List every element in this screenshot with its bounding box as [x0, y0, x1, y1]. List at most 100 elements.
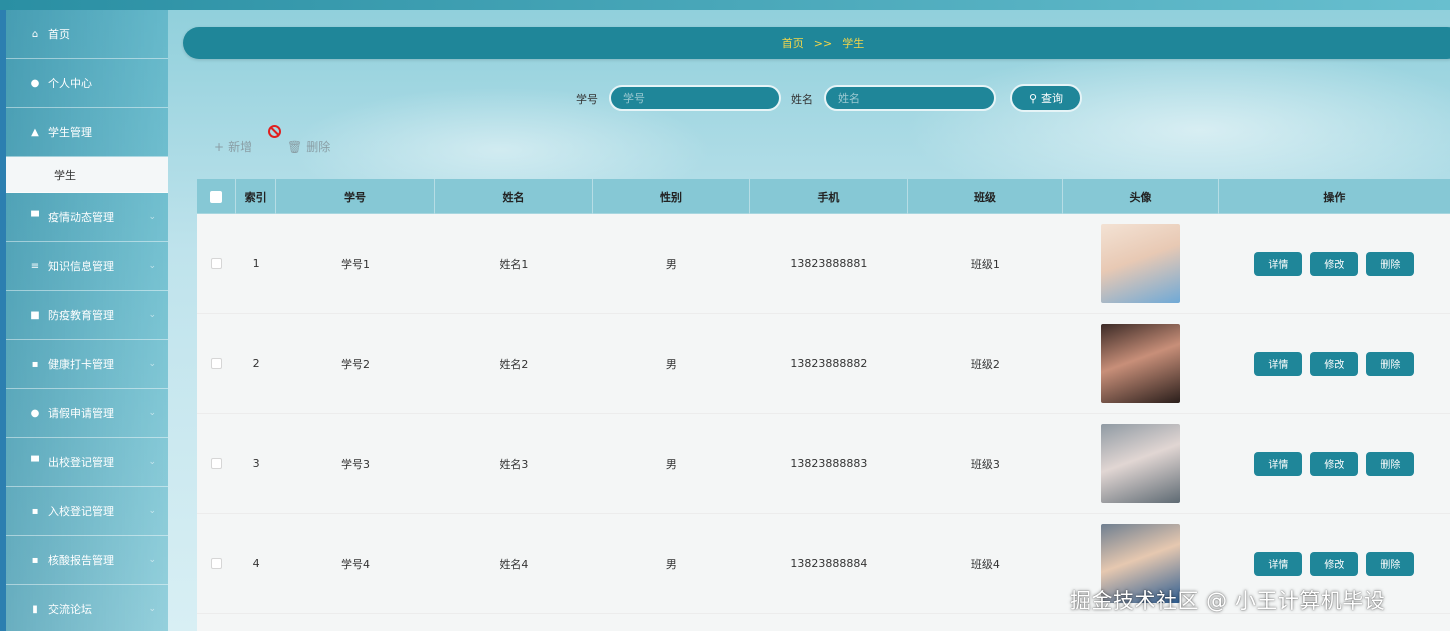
detail-button[interactable]: 详情 — [1254, 251, 1303, 276]
table-header: 索引 学号 姓名 性别 手机 班级 头像 操作 — [197, 179, 1450, 214]
name-cell: 姓名4 — [499, 557, 529, 571]
select-cell — [197, 214, 236, 313]
sidebar-item-forum[interactable]: ▮ 交流论坛 ⌄ — [6, 585, 168, 631]
avatar-cell — [1063, 314, 1219, 413]
select-cell — [197, 314, 236, 413]
phone-cell: 13823888881 — [790, 257, 868, 270]
search-icon: ⚲ — [1028, 91, 1038, 105]
row-checkbox[interactable] — [211, 358, 223, 369]
sidebar-item-label: 学生管理 — [48, 126, 92, 139]
column-header: 操作 — [1323, 190, 1346, 204]
not-allowed-icon — [268, 125, 281, 138]
actions-cell: 详情 修改 删除 — [1219, 414, 1450, 513]
sidebar-item-prevention-education[interactable]: ■ 防疫教育管理 ⌄ — [6, 291, 168, 340]
gender-cell: 男 — [665, 557, 677, 571]
detail-button[interactable]: 详情 — [1254, 551, 1303, 576]
image-icon: ■ — [30, 309, 40, 321]
index-cell: 3 — [252, 457, 260, 470]
delete-button-label: 删除 — [306, 140, 331, 154]
student-id-cell: 学号3 — [340, 457, 370, 471]
name-cell: 姓名2 — [499, 357, 529, 371]
name-input[interactable] — [824, 85, 996, 111]
row-checkbox[interactable] — [211, 458, 223, 469]
delete-button[interactable]: 🗑 删除 — [287, 138, 330, 155]
top-strip — [0, 0, 1450, 10]
sidebar-item-label: 防疫教育管理 — [48, 309, 114, 322]
sidebar-item-label: 交流论坛 — [48, 603, 92, 616]
thumb-icon: ▲ — [31, 126, 39, 138]
home-icon: ⌂ — [31, 28, 39, 40]
table-row: 1 学号1 姓名1 男 13823888881 班级1 详情 修改 删除 — [197, 214, 1450, 314]
sidebar-item-label: 知识信息管理 — [48, 260, 114, 273]
table-row: 2 学号2 姓名2 男 13823888882 班级2 详情 修改 删除 — [197, 314, 1450, 414]
sidebar-subitem-label: 学生 — [54, 168, 76, 182]
student-id-input[interactable] — [609, 85, 781, 111]
grid-icon: ▪ — [31, 358, 39, 370]
column-header: 班级 — [908, 179, 1064, 214]
sidebar-item-knowledge[interactable]: ≡ 知识信息管理 ⌄ — [6, 242, 168, 291]
student-id-label: 学号 — [576, 93, 598, 106]
sidebar-item-entry-registration[interactable]: ▪ 入校登记管理 ⌄ — [6, 487, 168, 536]
chevron-down-icon: ⌄ — [148, 408, 156, 418]
user-icon: ● — [30, 77, 40, 89]
index-cell: 4 — [252, 557, 260, 570]
row-checkbox[interactable] — [211, 558, 223, 569]
search-button[interactable]: ⚲ 查询 — [1010, 84, 1082, 112]
edit-button[interactable]: 修改 — [1310, 251, 1359, 276]
breadcrumb: 首页 >> 学生 — [183, 27, 1450, 59]
delete-row-button[interactable]: 删除 — [1366, 351, 1415, 376]
add-button-label: 新增 — [228, 140, 253, 154]
sidebar-item-epidemic-news[interactable]: ▀ 疫情动态管理 ⌄ — [6, 193, 168, 242]
watermark: 掘金技术社区 @ 小王计算机毕设 — [1070, 589, 1386, 613]
sidebar-item-home[interactable]: ⌂ 首页 — [6, 10, 168, 59]
sidebar-item-health-checkin[interactable]: ▪ 健康打卡管理 ⌄ — [6, 340, 168, 389]
column-header: 学号 — [276, 179, 436, 214]
sidebar-item-personal-center[interactable]: ● 个人中心 — [6, 59, 168, 108]
sidebar-item-student-management[interactable]: ▲ 学生管理 — [6, 108, 168, 157]
list-icon: ≡ — [30, 260, 40, 272]
phone-cell: 13823888883 — [790, 457, 868, 470]
student-id-cell: 学号1 — [340, 257, 370, 271]
sidebar-item-label: 入校登记管理 — [48, 505, 114, 518]
breadcrumb-separator: >> — [813, 36, 833, 50]
column-header: 头像 — [1063, 179, 1219, 214]
name-cell: 姓名1 — [499, 257, 529, 271]
name-cell: 姓名3 — [499, 457, 529, 471]
avatar — [1101, 224, 1181, 303]
index-cell: 1 — [252, 257, 260, 270]
edit-button[interactable]: 修改 — [1310, 451, 1359, 476]
class-cell: 班级4 — [970, 557, 1000, 571]
select-cell — [197, 414, 236, 513]
student-id-cell: 学号2 — [340, 357, 370, 371]
delete-row-button[interactable]: 删除 — [1366, 451, 1415, 476]
class-cell: 班级3 — [970, 457, 1000, 471]
sidebar-item-leave-application[interactable]: ● 请假申请管理 ⌄ — [6, 389, 168, 438]
chevron-down-icon: ⌄ — [148, 359, 156, 369]
student-table: 索引 学号 姓名 性别 手机 班级 头像 操作 1 学号1 姓名1 男 13823888… — [197, 179, 1450, 631]
delete-row-button[interactable]: 删除 — [1366, 551, 1415, 576]
grid-icon: ▪ — [31, 505, 39, 517]
select-all-checkbox[interactable] — [210, 190, 223, 203]
chevron-down-icon: ⌄ — [148, 555, 156, 565]
sidebar-subitem-student[interactable]: 学生 — [6, 157, 168, 193]
comment-icon: ▀ — [31, 456, 39, 468]
sidebar-item-exit-registration[interactable]: ▀ 出校登记管理 ⌄ — [6, 438, 168, 487]
edit-button[interactable]: 修改 — [1310, 551, 1359, 576]
chart-icon: ▮ — [32, 603, 38, 615]
edit-button[interactable]: 修改 — [1310, 351, 1359, 376]
student-id-cell: 学号4 — [340, 557, 370, 571]
select-all-cell — [197, 179, 237, 214]
delete-row-button[interactable]: 删除 — [1366, 251, 1415, 276]
name-label: 姓名 — [791, 93, 813, 106]
row-checkbox[interactable] — [211, 258, 223, 269]
detail-button[interactable]: 详情 — [1254, 351, 1303, 376]
add-button[interactable]: + 新增 — [214, 138, 252, 155]
person-icon: ● — [30, 407, 40, 419]
detail-button[interactable]: 详情 — [1254, 451, 1303, 476]
chevron-down-icon: ⌄ — [148, 310, 156, 320]
sidebar-item-nucleic-report[interactable]: ▪ 核酸报告管理 ⌄ — [6, 536, 168, 585]
class-cell: 班级2 — [970, 357, 1000, 371]
comment-icon: ▀ — [31, 211, 39, 223]
trash-icon: 🗑 — [287, 139, 303, 154]
breadcrumb-home[interactable]: 首页 — [782, 35, 804, 51]
